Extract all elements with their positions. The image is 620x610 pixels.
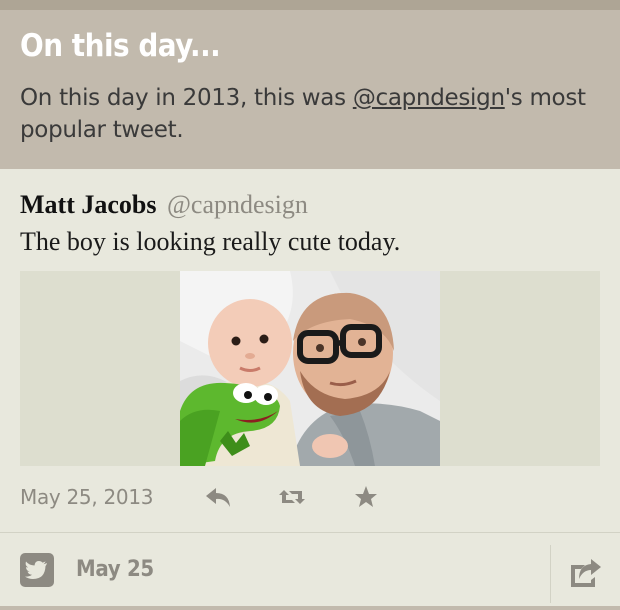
on-this-day-card: On this day... On this day in 2013, this… [0, 0, 620, 610]
header-description: On this day in 2013, this was @capndesig… [20, 82, 600, 146]
card-header: On this day... On this day in 2013, this… [0, 10, 620, 169]
tweet-date[interactable]: May 25, 2013 [20, 485, 204, 509]
card-footer: May 25 [0, 532, 620, 606]
reply-icon[interactable] [204, 483, 232, 511]
tweet-media [20, 271, 600, 466]
description-prefix: On this day in 2013, this was [20, 85, 353, 111]
header-title: On this day... [20, 28, 221, 64]
handle-link[interactable]: @capndesign [353, 85, 505, 111]
retweet-icon[interactable] [278, 483, 306, 511]
tweet-author: Matt Jacobs @capndesign [20, 189, 600, 221]
tweet-photo[interactable] [180, 271, 440, 466]
tweet-text: The boy is looking really cute today. [20, 227, 401, 256]
footer-divider [550, 545, 551, 603]
share-icon[interactable] [567, 555, 603, 591]
author-handle[interactable]: @capndesign [167, 190, 308, 219]
tweet-meta: May 25, 2013 [20, 466, 600, 528]
author-name[interactable]: Matt Jacobs [20, 190, 156, 219]
footer-date: May 25 [76, 557, 154, 582]
photo-illustration [180, 271, 440, 466]
tweet: Matt Jacobs @capndesign The boy is looki… [0, 169, 620, 528]
twitter-icon [20, 552, 54, 587]
favorite-icon[interactable] [352, 483, 380, 511]
